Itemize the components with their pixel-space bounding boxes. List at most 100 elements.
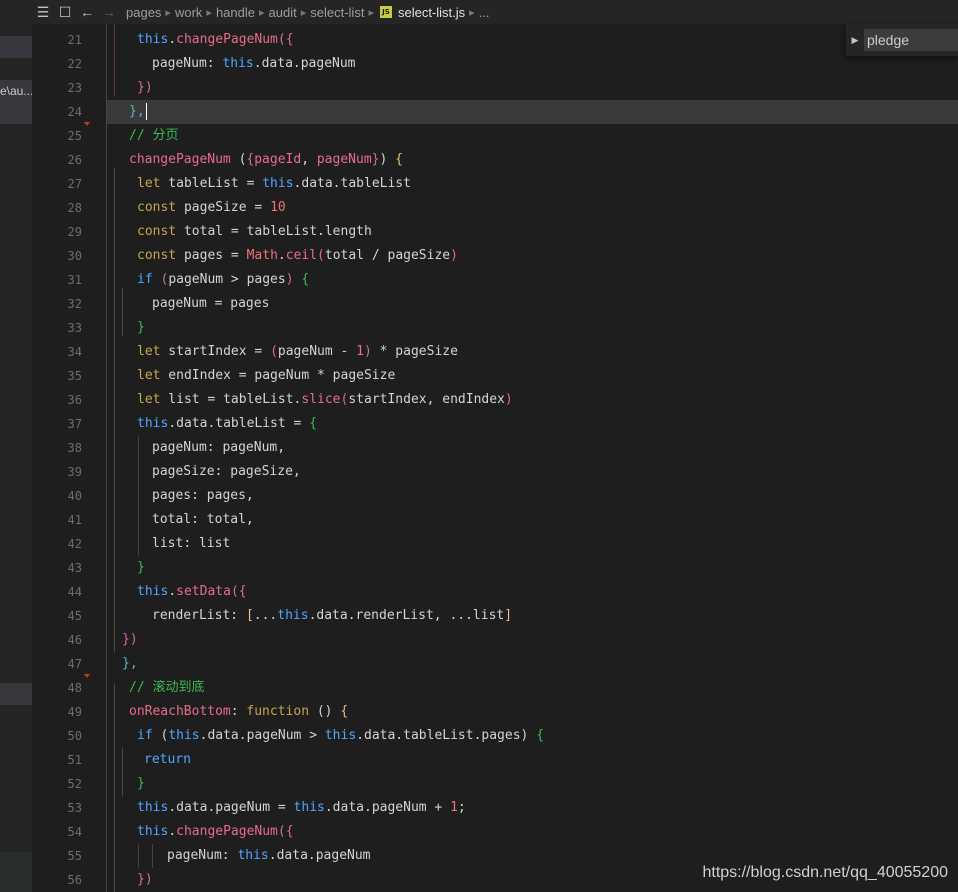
line-number: 53 xyxy=(67,801,82,815)
code-token: pageNum - xyxy=(277,344,357,359)
code-line: const pages = Math.ceil(total / pageSize… xyxy=(137,244,458,268)
code-line: // 分页 xyxy=(129,124,178,148)
code-token: ) xyxy=(504,392,513,407)
code-token: .data.tableList.pages xyxy=(356,728,521,743)
code-token: { xyxy=(309,416,318,431)
code-token: }) xyxy=(137,80,153,95)
code-token: const xyxy=(137,248,177,263)
code-token: . xyxy=(277,248,286,263)
bookmark-icon[interactable]: ☐ xyxy=(54,4,76,21)
line-number: 54 xyxy=(67,825,82,839)
line-number: 35 xyxy=(67,369,82,383)
js-file-icon: JS xyxy=(379,6,392,18)
line-number: 22 xyxy=(67,57,82,71)
line-number: 27 xyxy=(67,177,82,191)
code-line: this.setData({ xyxy=(137,580,247,604)
code-token: } xyxy=(137,560,145,575)
code-token: .data.pageNum = xyxy=(168,800,294,815)
indent-guide xyxy=(152,844,153,868)
indent-guide xyxy=(138,436,139,556)
code-line: }, xyxy=(122,652,138,676)
line-number: 52 xyxy=(67,777,82,791)
line-number: 51 xyxy=(67,753,82,767)
code-token: .data.tableList = xyxy=(168,416,310,431)
code-token: [ xyxy=(245,608,254,623)
code-token: let xyxy=(137,368,161,383)
find-input[interactable] xyxy=(864,32,958,48)
code-line: pageSize: pageSize, xyxy=(152,460,301,484)
code-line: pageNum: this.data.pageNum xyxy=(167,844,371,868)
code-line: }, xyxy=(129,100,147,124)
code-line: return xyxy=(144,748,191,772)
line-number: 56 xyxy=(67,873,82,887)
code-token: tableList = xyxy=(160,176,263,191)
indent-guide xyxy=(114,24,115,96)
fold-marker-icon[interactable] xyxy=(84,122,90,126)
code-token: pageNum xyxy=(152,440,207,455)
code-token: pages xyxy=(152,488,192,503)
code-token: this xyxy=(324,728,357,743)
find-input-box xyxy=(864,29,958,51)
line-number: 42 xyxy=(67,537,82,551)
breadcrumb-select-list[interactable]: select-list xyxy=(310,5,364,20)
code-token: * pageSize xyxy=(371,344,458,359)
code-token: return xyxy=(144,752,191,767)
line-number-gutter: 21 22 23 24 25 26 27 28 29 30 31 32 33 34 35 36 37 38 39 40… xyxy=(32,24,82,892)
breadcrumb-pages[interactable]: pages xyxy=(126,5,161,20)
expand-replace-chevron-icon[interactable]: ▶ xyxy=(846,35,864,46)
breadcrumb-file[interactable]: select-list.js xyxy=(398,5,465,20)
explorer-sidebar: e\au... xyxy=(0,0,32,892)
sidebar-row[interactable] xyxy=(0,852,32,892)
line-number: 21 xyxy=(67,33,82,47)
back-arrow-icon[interactable]: ← xyxy=(76,4,98,20)
watermark: https://blog.csdn.net/qq_40055200 xyxy=(702,864,948,881)
code-token: () xyxy=(309,704,341,719)
code-token: this xyxy=(137,800,169,815)
code-token: { xyxy=(340,704,349,719)
code-token: ) xyxy=(450,248,458,263)
sidebar-row[interactable] xyxy=(0,36,32,58)
line-number: 47 xyxy=(67,657,82,671)
forward-arrow-icon[interactable]: → xyxy=(98,4,120,20)
code-token: changePageNum xyxy=(176,824,278,839)
code-token: this xyxy=(137,824,169,839)
code-token: this xyxy=(262,176,294,191)
code-line: this.changePageNum({ xyxy=(137,820,294,844)
code-token: ) xyxy=(379,152,396,167)
code-token: list xyxy=(152,536,184,551)
breadcrumb-audit[interactable]: audit xyxy=(269,5,297,20)
code-line: }) xyxy=(137,868,153,892)
code-token: : list xyxy=(183,536,231,551)
code-token: 10 xyxy=(270,200,286,215)
code-token: : pages, xyxy=(191,488,254,503)
breadcrumb-work[interactable]: work xyxy=(175,5,202,20)
current-line-highlight xyxy=(106,100,958,124)
code-line: let list = tableList.slice(startIndex, e… xyxy=(137,388,513,412)
code-token: ( xyxy=(152,272,169,287)
list-icon[interactable]: ☰ xyxy=(32,4,54,21)
indent-guide xyxy=(122,748,123,796)
code-line: } xyxy=(137,772,145,796)
sidebar-row[interactable] xyxy=(0,683,32,705)
breadcrumb-symbols[interactable]: ... xyxy=(479,5,490,20)
code-editor[interactable]: 21 22 23 24 25 26 27 28 29 30 31 32 33 34 35 36 37 38 39 40… xyxy=(32,24,958,892)
code-token: if xyxy=(137,272,153,287)
code-token: Math xyxy=(246,248,278,263)
breadcrumb-handle[interactable]: handle xyxy=(216,5,255,20)
code-token: pageNum > pages xyxy=(168,272,286,287)
code-line: this.data.tableList = { xyxy=(137,412,317,436)
code-token: endIndex = pageNum * pageSize xyxy=(160,368,396,383)
fold-marker-icon[interactable] xyxy=(84,674,90,678)
code-token: this xyxy=(137,416,169,431)
line-number: 44 xyxy=(67,585,82,599)
code-token: pageNum xyxy=(152,56,207,71)
code-line: renderList: [...this.data.renderList, ..… xyxy=(152,604,512,628)
code-token: total = tableList.length xyxy=(176,224,372,239)
line-number: 24 xyxy=(67,105,82,119)
indent-guide xyxy=(138,844,139,868)
code-token: { xyxy=(301,272,310,287)
code-token: ) xyxy=(520,728,537,743)
code-line: } xyxy=(137,556,145,580)
code-token: .data.tableList xyxy=(293,176,411,191)
code-line: pageNum: this.data.pageNum xyxy=(152,52,356,76)
